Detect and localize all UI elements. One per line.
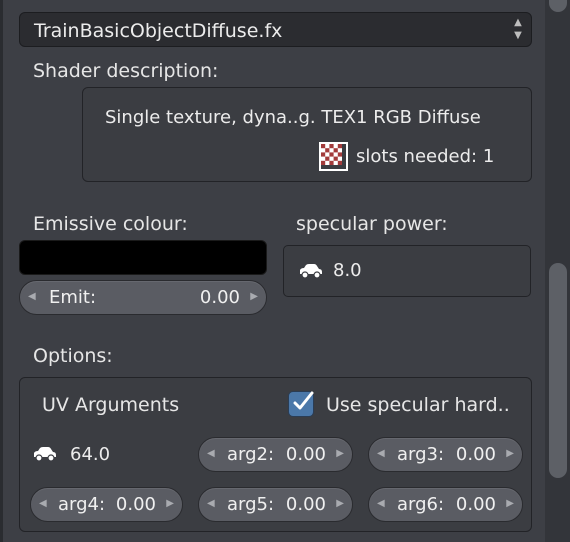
arg5-value: 0.00 [285, 494, 326, 515]
checkmark-icon [293, 391, 314, 410]
arg2-slider[interactable]: ◀ arg2: 0.00 ▶ [198, 437, 353, 472]
shader-select[interactable]: TrainBasicObjectDiffuse.fx ▲ ▼ [19, 12, 532, 47]
scrollbar-thumb[interactable] [549, 263, 567, 478]
slots-needed-text: slots needed: 1 [356, 146, 495, 167]
increment-arrow-icon[interactable]: ▶ [506, 448, 514, 459]
arg3-label: arg3: [397, 444, 445, 465]
uv-arguments-label: UV Arguments [42, 394, 180, 416]
arg6-label: arg6: [397, 494, 445, 515]
arg3-slider[interactable]: ◀ arg3: 0.00 ▶ [368, 437, 523, 472]
decrement-arrow-icon[interactable]: ◀ [28, 291, 36, 302]
decrement-arrow-icon[interactable]: ◀ [207, 498, 215, 509]
emit-slider[interactable]: ◀ Emit: 0.00 ▶ [19, 280, 267, 315]
texture-slot-icon [319, 142, 348, 171]
arg6-value: 0.00 [455, 494, 496, 515]
select-arrows-icon: ▲ ▼ [514, 17, 522, 41]
emit-label: Emit: [49, 287, 97, 308]
increment-arrow-icon[interactable]: ▶ [336, 448, 344, 459]
increment-arrow-icon[interactable]: ▶ [166, 498, 174, 509]
decrement-arrow-icon[interactable]: ◀ [377, 448, 385, 459]
shader-description-label: Shader description: [33, 60, 219, 82]
shader-select-value: TrainBasicObjectDiffuse.fx [34, 20, 283, 42]
car-icon [300, 264, 322, 279]
arg4-value: 0.00 [115, 494, 156, 515]
decrement-arrow-icon[interactable]: ◀ [207, 448, 215, 459]
arg4-label: arg4: [58, 494, 106, 515]
arg5-slider[interactable]: ◀ arg5: 0.00 ▶ [198, 487, 353, 522]
use-specular-label[interactable]: Use specular hard.. [326, 394, 510, 416]
arg2-label: arg2: [227, 444, 275, 465]
panel-left-edge [0, 0, 3, 542]
arg2-value: 0.00 [285, 444, 326, 465]
shader-description-text: Single texture, dyna..g. TEX1 RGB Diffus… [105, 107, 481, 128]
emissive-colour-label: Emissive colour: [33, 213, 188, 235]
specular-power-value: 8.0 [333, 260, 362, 281]
car-icon [34, 447, 56, 462]
arg3-value: 0.00 [455, 444, 496, 465]
specular-power-label: specular power: [296, 213, 448, 235]
shader-description-box: Single texture, dyna..g. TEX1 RGB Diffus… [82, 87, 532, 182]
emissive-colour-swatch[interactable] [19, 240, 267, 275]
specular-power-field[interactable]: 8.0 [283, 245, 531, 297]
use-specular-checkbox[interactable] [288, 391, 314, 417]
emit-value: 0.00 [199, 287, 240, 308]
arg6-slider[interactable]: ◀ arg6: 0.00 ▶ [368, 487, 523, 522]
arg5-label: arg5: [227, 494, 275, 515]
increment-arrow-icon[interactable]: ▶ [506, 498, 514, 509]
increment-arrow-icon[interactable]: ▶ [336, 498, 344, 509]
decrement-arrow-icon[interactable]: ◀ [39, 498, 47, 509]
arg1-value: 64.0 [70, 444, 111, 465]
arg4-slider[interactable]: ◀ arg4: 0.00 ▶ [30, 487, 183, 522]
options-label: Options: [33, 345, 113, 367]
arg1-field[interactable]: 64.0 [30, 437, 190, 472]
increment-arrow-icon[interactable]: ▶ [250, 291, 258, 302]
decrement-arrow-icon[interactable]: ◀ [377, 498, 385, 509]
